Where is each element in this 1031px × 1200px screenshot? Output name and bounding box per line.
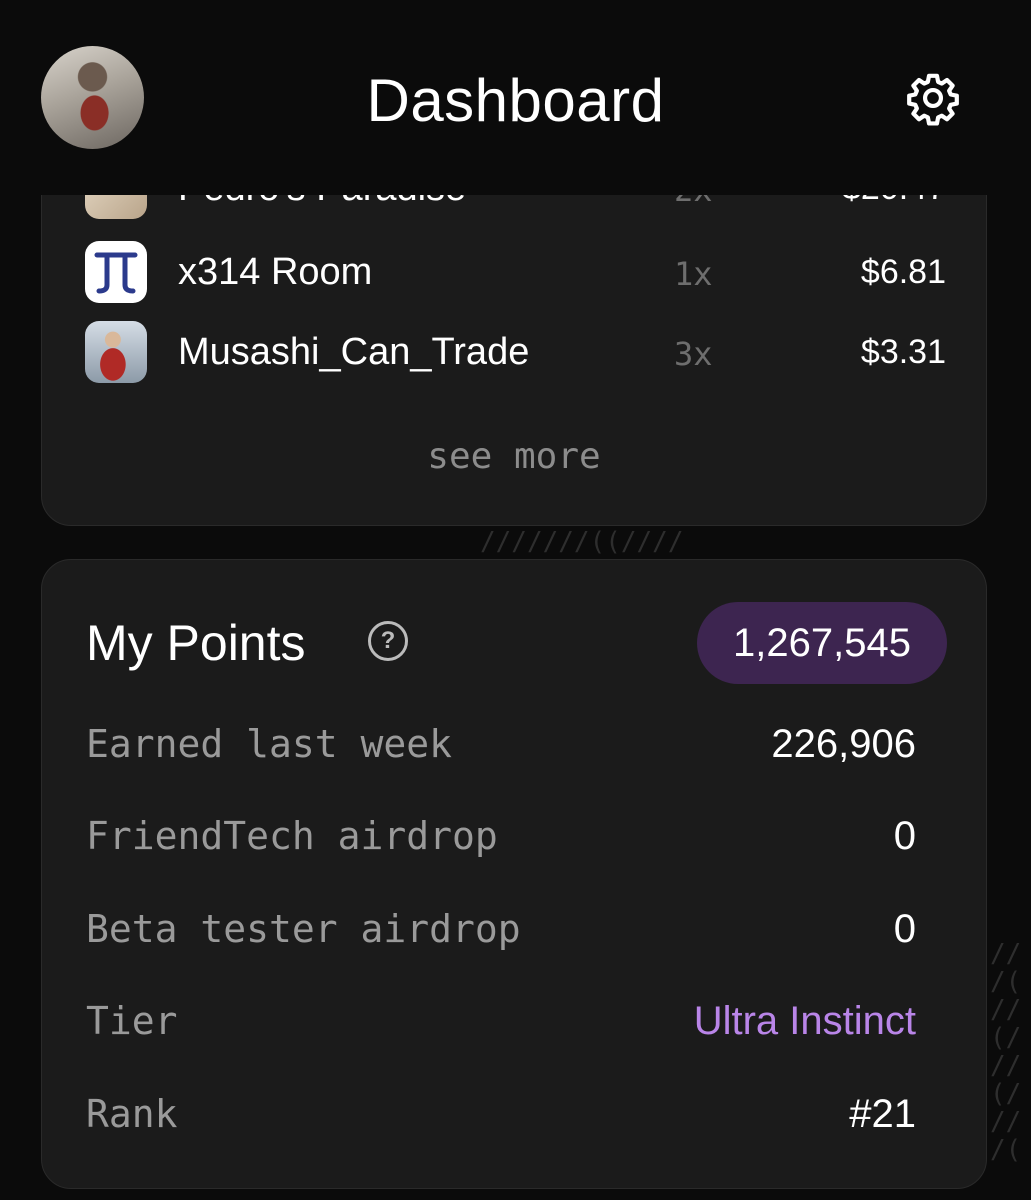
room-avatar <box>85 321 147 383</box>
help-icon[interactable]: ? <box>368 621 408 661</box>
room-name: x314 Room <box>178 251 373 293</box>
stat-value: 0 <box>893 814 916 858</box>
page-title: Dashboard <box>366 67 665 134</box>
rooms-card: Pedro's Paradise 2x $20.47 x314 Room 1x … <box>41 150 987 526</box>
points-total-badge: 1,267,545 <box>697 602 947 684</box>
list-item[interactable]: x314 Room 1x $6.81 <box>42 237 986 307</box>
stat-row: Rank #21 <box>42 1092 988 1152</box>
stat-value: 226,906 <box>771 722 916 766</box>
stat-label: Beta tester airdrop <box>86 907 521 951</box>
stat-row: FriendTech airdrop 0 <box>42 814 988 874</box>
room-multiplier: 1x <box>674 255 713 293</box>
room-amount: $6.81 <box>860 253 946 291</box>
room-amount: $3.31 <box>860 333 946 371</box>
list-item[interactable]: Musashi_Can_Trade 3x $3.31 <box>42 319 986 389</box>
stat-label: Earned last week <box>86 722 453 766</box>
stat-value: 0 <box>893 907 916 951</box>
see-more-link[interactable]: see more <box>42 436 986 477</box>
app-header: Dashboard <box>0 0 1031 195</box>
stat-row: Tier Ultra Instinct <box>42 999 988 1059</box>
stat-value: #21 <box>849 1092 916 1136</box>
stat-label: FriendTech airdrop <box>86 814 498 858</box>
gear-icon[interactable] <box>905 70 961 126</box>
background-pattern: ///////((//// <box>480 527 684 557</box>
stat-label: Tier <box>86 999 178 1043</box>
tier-value: Ultra Instinct <box>693 999 916 1043</box>
stat-label: Rank <box>86 1092 178 1136</box>
room-multiplier: 3x <box>674 335 713 373</box>
points-title: My Points <box>86 615 306 671</box>
stat-row: Beta tester airdrop 0 <box>42 907 988 967</box>
room-avatar <box>85 241 147 303</box>
stat-row: Earned last week 226,906 <box>42 722 988 782</box>
background-pattern: // /( // (/ // (/ // /( <box>990 939 1022 1165</box>
room-name: Musashi_Can_Trade <box>178 331 530 373</box>
points-card: My Points ? 1,267,545 Earned last week 2… <box>41 559 987 1189</box>
